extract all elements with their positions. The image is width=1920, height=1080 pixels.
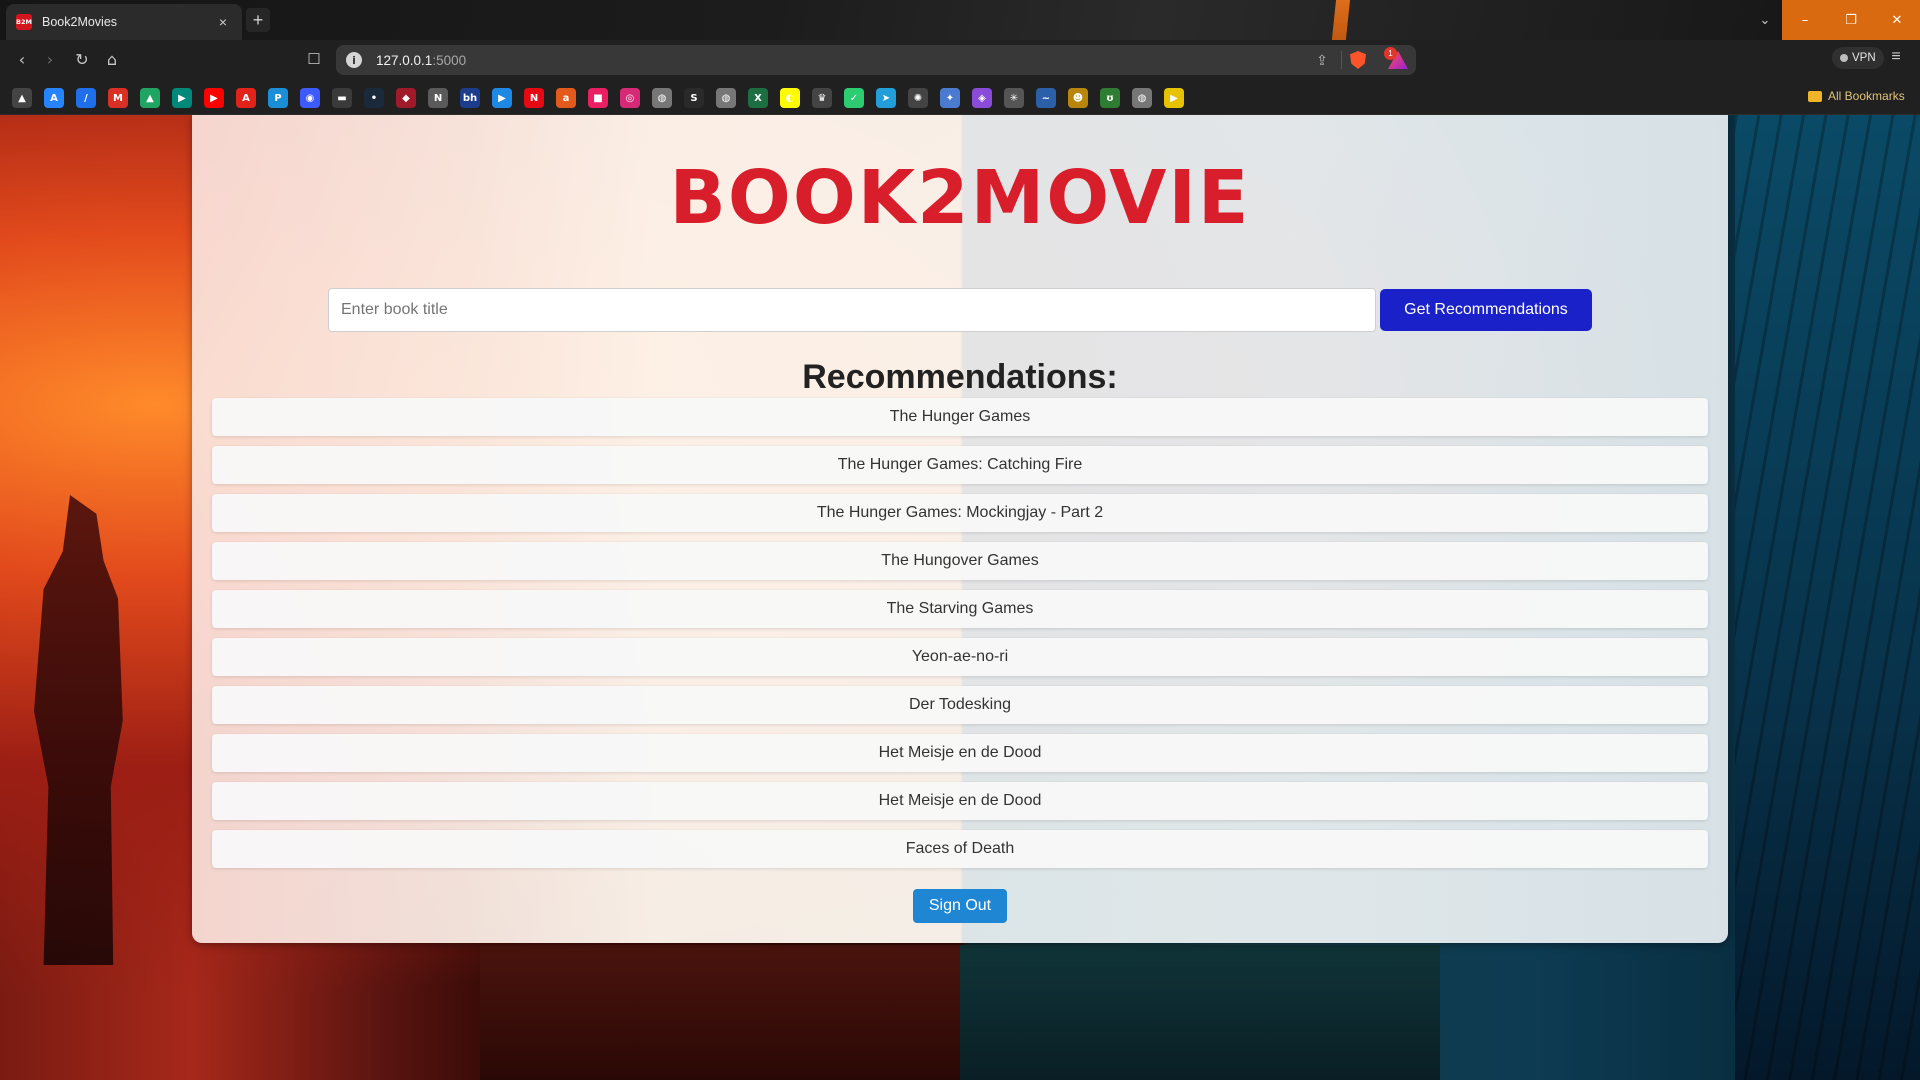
globe-icon[interactable]: ◍ bbox=[652, 88, 672, 108]
copilot-icon[interactable]: ◈ bbox=[972, 88, 992, 108]
recommendation-item[interactable]: The Hunger Games: Mockingjay - Part 2 bbox=[212, 494, 1708, 532]
browser-toolbar: ‹ › ↻ ⌂ ☐ i 127.0.0.1:5000 ⇪ bbox=[0, 40, 1920, 106]
background-lower-art-left bbox=[480, 945, 960, 1080]
forward-button[interactable]: › bbox=[38, 48, 62, 72]
recommendation-item[interactable]: The Hunger Games: Catching Fire bbox=[212, 446, 1708, 484]
globe3-icon[interactable]: ◍ bbox=[1132, 88, 1152, 108]
recommendation-item[interactable]: Yeon-ae-no-ri bbox=[212, 638, 1708, 676]
new-tab-button[interactable]: + bbox=[246, 8, 270, 32]
menu-icon[interactable]: ≡ bbox=[1886, 48, 1906, 66]
sign-out-button[interactable]: Sign Out bbox=[913, 889, 1007, 923]
home-button[interactable]: ⌂ bbox=[100, 48, 124, 72]
gmail-icon[interactable]: M bbox=[108, 88, 128, 108]
recommendation-item[interactable]: Het Meisje en de Dood bbox=[212, 734, 1708, 772]
book2movie-logo: BOOK2MOVIE bbox=[669, 155, 1251, 241]
flask-icon[interactable]: ▲ bbox=[12, 88, 32, 108]
browser-titlebar: B2M Book2Movies × + ⌄ – ❐ ✕ bbox=[0, 0, 1920, 115]
meet-icon[interactable]: ▶ bbox=[172, 88, 192, 108]
youtube-icon[interactable]: ▶ bbox=[204, 88, 224, 108]
close-window-button[interactable]: ✕ bbox=[1874, 0, 1920, 40]
slash-icon[interactable]: / bbox=[76, 88, 96, 108]
spark-icon[interactable]: ✳ bbox=[1004, 88, 1024, 108]
recommendation-item[interactable]: The Hunger Games bbox=[212, 398, 1708, 436]
crown-icon[interactable]: ♛ bbox=[812, 88, 832, 108]
acrobat-icon[interactable]: A bbox=[236, 88, 256, 108]
brave-shields-icon[interactable] bbox=[1350, 51, 1366, 69]
reload-button[interactable]: ↻ bbox=[70, 48, 94, 72]
all-bookmarks-button[interactable]: All Bookmarks bbox=[1808, 89, 1905, 103]
yt-music-icon[interactable]: ▶ bbox=[1164, 88, 1184, 108]
openai-icon[interactable]: ✺ bbox=[908, 88, 928, 108]
main-card: BOOK2MOVIE Get Recommendations Recommend… bbox=[192, 115, 1728, 943]
wave-icon[interactable]: ~ bbox=[1036, 88, 1056, 108]
netflix-icon[interactable]: N bbox=[524, 88, 544, 108]
all-bookmarks-label: All Bookmarks bbox=[1828, 89, 1905, 103]
recommendation-item[interactable]: The Starving Games bbox=[212, 590, 1708, 628]
url-port: :5000 bbox=[432, 52, 467, 68]
recommendation-item[interactable]: Faces of Death bbox=[212, 830, 1708, 868]
restore-button[interactable]: ❐ bbox=[1828, 0, 1874, 40]
recommendations-heading: Recommendations: bbox=[802, 358, 1118, 396]
chat-icon[interactable]: ◉ bbox=[300, 88, 320, 108]
recommendation-item[interactable]: The Hungover Games bbox=[212, 542, 1708, 580]
tab-close-icon[interactable]: × bbox=[214, 14, 232, 30]
minimize-button[interactable]: – bbox=[1782, 0, 1828, 40]
vpn-status-icon bbox=[1840, 54, 1848, 62]
address-bar[interactable]: i 127.0.0.1:5000 ⇪ bbox=[336, 45, 1416, 75]
background-forest-artwork bbox=[1735, 115, 1920, 1080]
page-viewport: BOOK2MOVIE Get Recommendations Recommend… bbox=[0, 115, 1920, 1080]
bh-icon[interactable]: bh bbox=[460, 88, 480, 108]
url-host: 127.0.0.1 bbox=[376, 52, 433, 68]
vpn-label: VPN bbox=[1852, 52, 1876, 64]
search-row: Get Recommendations bbox=[328, 288, 1592, 332]
book-title-input[interactable] bbox=[328, 288, 1376, 332]
atlassian-icon[interactable]: A bbox=[44, 88, 64, 108]
bag-icon[interactable]: ■ bbox=[588, 88, 608, 108]
gemini-icon[interactable]: ✦ bbox=[940, 88, 960, 108]
drive-icon[interactable]: ▲ bbox=[140, 88, 160, 108]
book2movies-favicon-icon: B2M bbox=[16, 14, 32, 30]
recommendation-item[interactable]: Het Meisje en de Dood bbox=[212, 782, 1708, 820]
get-recommendations-button[interactable]: Get Recommendations bbox=[1380, 289, 1592, 331]
background-soldier-artwork bbox=[34, 495, 123, 965]
bookmark-icons: ▲ A / M ▲ ▶ ▶ A P ◉ ▬ • ◆ Nbh ▶ Na ■ ◎ ◍ S ◍ X ◐ ♛ ✓ ➤ ✺ ✦ ◈ ✳ ~ ☻ ʊ ◍ ▶ bbox=[12, 88, 1184, 108]
cloud-icon[interactable]: ▬ bbox=[332, 88, 352, 108]
play-icon[interactable]: ▶ bbox=[492, 88, 512, 108]
site-info-icon[interactable]: i bbox=[346, 52, 362, 68]
vpn-button[interactable]: VPN bbox=[1832, 47, 1884, 69]
s-icon[interactable]: S bbox=[684, 88, 704, 108]
tab-title: Book2Movies bbox=[42, 15, 118, 29]
bot-icon[interactable]: ☻ bbox=[1068, 88, 1088, 108]
address-divider bbox=[1341, 51, 1342, 69]
bookmark-page-icon[interactable]: ☐ bbox=[304, 48, 324, 72]
share-icon[interactable]: ⇪ bbox=[1311, 52, 1333, 69]
snapchat-icon[interactable]: ◐ bbox=[780, 88, 800, 108]
instagram-icon[interactable]: ◎ bbox=[620, 88, 640, 108]
globe2-icon[interactable]: ◍ bbox=[716, 88, 736, 108]
tab-search-dropdown-icon[interactable]: ⌄ bbox=[1753, 8, 1777, 32]
dice-icon[interactable]: ◆ bbox=[396, 88, 416, 108]
dot-icon[interactable]: • bbox=[364, 88, 384, 108]
telegram-icon[interactable]: ➤ bbox=[876, 88, 896, 108]
folder-icon bbox=[1808, 90, 1822, 102]
aisa-icon[interactable]: a bbox=[556, 88, 576, 108]
bookmarks-bar: ▲ A / M ▲ ▶ ▶ A P ◉ ▬ • ◆ Nbh ▶ Na ■ ◎ ◍ S ◍ X ◐ ♛ ✓ ➤ ✺ ✦ ◈ ✳ ~ ☻ ʊ ◍ ▶ A… bbox=[0, 80, 1920, 115]
url-text[interactable]: 127.0.0.1:5000 bbox=[376, 53, 1311, 68]
p-icon[interactable]: P bbox=[268, 88, 288, 108]
back-button[interactable]: ‹ bbox=[10, 48, 34, 72]
recommendation-item[interactable]: Der Todesking bbox=[212, 686, 1708, 724]
check-icon[interactable]: ✓ bbox=[844, 88, 864, 108]
recommendations-list: The Hunger Games The Hunger Games: Catchi… bbox=[212, 398, 1708, 878]
tab-book2movies[interactable]: B2M Book2Movies × bbox=[6, 4, 242, 40]
rewards-badge: 1 bbox=[1384, 47, 1397, 60]
excel-icon[interactable]: X bbox=[748, 88, 768, 108]
background-lower-art-right bbox=[960, 945, 1440, 1080]
news-icon[interactable]: N bbox=[428, 88, 448, 108]
leaf-icon[interactable]: ʊ bbox=[1100, 88, 1120, 108]
